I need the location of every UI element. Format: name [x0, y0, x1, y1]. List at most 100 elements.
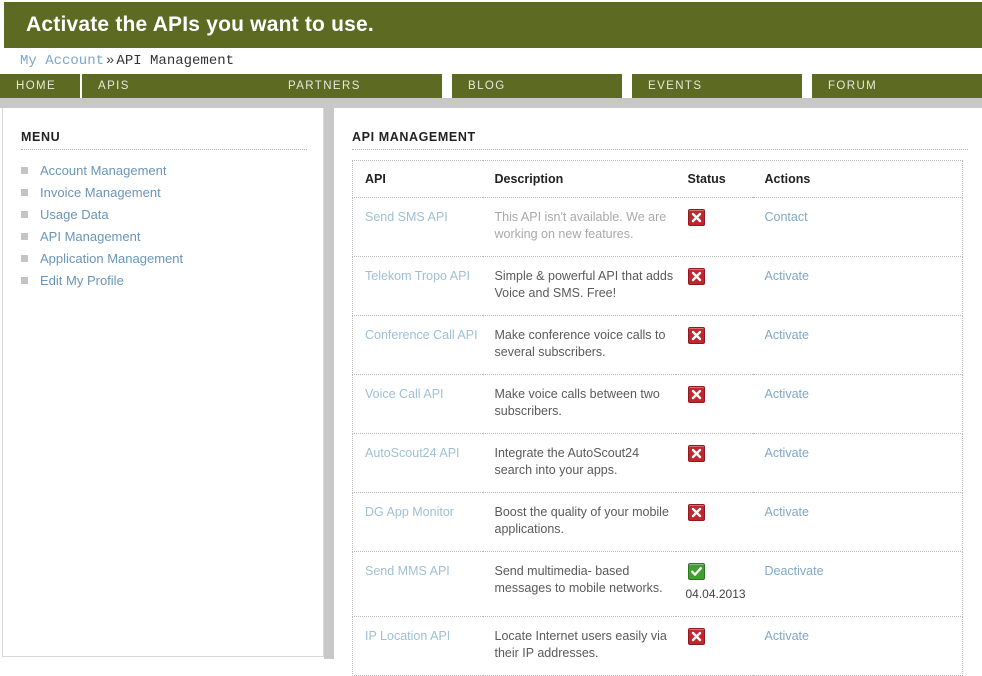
- cell-api-name: Telekom Tropo API: [352, 256, 483, 316]
- sidebar: MENU Account Management Invoice Managemen…: [2, 108, 324, 657]
- cell-description: Make voice calls between two subscribers…: [482, 374, 676, 434]
- description-text: This API isn't available. We are working…: [494, 210, 667, 241]
- square-bullet-icon: [21, 188, 28, 196]
- api-name-link[interactable]: Telekom Tropo API: [365, 269, 470, 283]
- breadcrumb-separator: »: [106, 53, 115, 69]
- cell-status: [675, 256, 753, 316]
- cell-actions: Activate: [752, 315, 963, 375]
- cell-status: [675, 492, 753, 552]
- action-link-deactivate[interactable]: Deactivate: [765, 564, 824, 578]
- navigation-underline: [0, 98, 982, 108]
- cell-description: Send multimedia- based messages to mobil…: [482, 551, 676, 617]
- api-name-link[interactable]: Send MMS API: [365, 564, 450, 578]
- table-row: Voice Call API Make voice calls between t…: [352, 374, 963, 434]
- red-x-icon: [687, 445, 705, 462]
- sidebar-item-application-management[interactable]: Application Management: [21, 248, 311, 270]
- cell-actions: Activate: [752, 616, 963, 676]
- cell-actions: Activate: [752, 256, 963, 316]
- cell-api-name: Voice Call API: [352, 374, 483, 434]
- breadcrumb-link-my-account[interactable]: My Account: [20, 53, 104, 69]
- table-row: Telekom Tropo API Simple & powerful API t…: [352, 256, 963, 316]
- action-link-activate[interactable]: Activate: [765, 387, 809, 401]
- main-navigation: HOME APIS PARTNERS BLOG EVENTS FORUM: [0, 74, 982, 98]
- cell-api-name: AutoScout24 API: [352, 433, 483, 493]
- sidebar-item-label[interactable]: Account Management: [40, 163, 166, 178]
- action-link-activate[interactable]: Activate: [765, 328, 809, 342]
- cell-actions: Activate: [752, 374, 963, 434]
- action-link-activate[interactable]: Activate: [765, 505, 809, 519]
- red-x-icon: [687, 504, 705, 521]
- cell-description: Make conference voice calls to several s…: [482, 315, 676, 375]
- column-header-description: Description: [482, 160, 676, 198]
- main-title: API MANAGEMENT: [352, 130, 476, 144]
- sidebar-item-api-management[interactable]: API Management: [21, 226, 311, 248]
- sidebar-item-label[interactable]: Edit My Profile: [40, 273, 124, 288]
- red-x-icon: [687, 628, 705, 645]
- panel-divider: [324, 108, 334, 659]
- sidebar-item-edit-my-profile[interactable]: Edit My Profile: [21, 270, 311, 292]
- cell-actions: Activate: [752, 492, 963, 552]
- api-name-link[interactable]: Send SMS API: [365, 210, 448, 224]
- description-text: Simple & powerful API that adds Voice an…: [494, 269, 674, 300]
- cell-description: Integrate the AutoScout24 search into yo…: [482, 433, 676, 493]
- table-row: Conference Call API Make conference voice…: [352, 315, 963, 375]
- column-header-actions: Actions: [752, 160, 963, 198]
- nav-tab-partners[interactable]: PARTNERS: [272, 74, 442, 98]
- sidebar-menu: Account Management Invoice Management Usag…: [21, 160, 311, 292]
- cell-api-name: Send MMS API: [352, 551, 483, 617]
- sidebar-item-label[interactable]: Usage Data: [40, 207, 109, 222]
- sidebar-item-label[interactable]: Application Management: [40, 251, 183, 266]
- square-bullet-icon: [21, 232, 28, 240]
- sidebar-item-usage-data[interactable]: Usage Data: [21, 204, 311, 226]
- action-link-activate[interactable]: Activate: [765, 629, 809, 643]
- action-link-contact[interactable]: Contact: [765, 210, 808, 224]
- sidebar-item-label[interactable]: API Management: [40, 229, 140, 244]
- cell-status: [675, 315, 753, 375]
- nav-tab-home[interactable]: HOME: [0, 74, 80, 98]
- table-row: IP Location API Locate Internet users eas…: [352, 616, 963, 676]
- cell-api-name: DG App Monitor: [352, 492, 483, 552]
- red-x-icon: [687, 327, 705, 344]
- nav-tab-forum[interactable]: FORUM: [812, 74, 982, 98]
- description-text: Boost the quality of your mobile applica…: [494, 505, 669, 536]
- nav-tab-apis[interactable]: APIS: [82, 74, 272, 98]
- nav-tab-blog[interactable]: BLOG: [452, 74, 622, 98]
- cell-api-name: Conference Call API: [352, 315, 483, 375]
- cell-status: [675, 433, 753, 493]
- description-text: Make conference voice calls to several s…: [494, 328, 666, 359]
- square-bullet-icon: [21, 210, 28, 218]
- table-body: Send SMS API This API isn't available. We…: [352, 197, 963, 676]
- cell-status: [675, 197, 753, 257]
- page-title: Activate the APIs you want to use.: [26, 13, 374, 36]
- cell-api-name: IP Location API: [352, 616, 483, 676]
- cell-status: 04.04.2013: [675, 551, 753, 617]
- table-header-row: API Description Status Actions: [352, 160, 963, 198]
- breadcrumb: My Account» API Management: [20, 52, 234, 70]
- sidebar-item-invoice-management[interactable]: Invoice Management: [21, 182, 311, 204]
- table-row: DG App Monitor Boost the quality of your …: [352, 492, 963, 552]
- main-title-rule: [352, 149, 968, 150]
- column-header-status: Status: [675, 160, 753, 198]
- red-x-icon: [687, 209, 705, 226]
- action-link-activate[interactable]: Activate: [765, 269, 809, 283]
- api-name-link[interactable]: Voice Call API: [365, 387, 444, 401]
- page-root: Activate the APIs you want to use. My Ac…: [0, 0, 982, 676]
- description-text: Integrate the AutoScout24 search into yo…: [494, 446, 640, 477]
- sidebar-item-account-management[interactable]: Account Management: [21, 160, 311, 182]
- action-link-activate[interactable]: Activate: [765, 446, 809, 460]
- square-bullet-icon: [21, 276, 28, 284]
- api-name-link[interactable]: DG App Monitor: [365, 505, 454, 519]
- api-name-link[interactable]: AutoScout24 API: [365, 446, 460, 460]
- sidebar-title-rule: [21, 149, 307, 150]
- description-text: Send multimedia- based messages to mobil…: [494, 564, 663, 595]
- square-bullet-icon: [21, 254, 28, 262]
- green-check-icon: [687, 563, 705, 580]
- sidebar-title: MENU: [21, 130, 61, 144]
- cell-description: Simple & powerful API that adds Voice an…: [482, 256, 676, 316]
- sidebar-item-label[interactable]: Invoice Management: [40, 185, 161, 200]
- nav-tab-events[interactable]: EVENTS: [632, 74, 802, 98]
- api-name-link[interactable]: Conference Call API: [365, 328, 478, 342]
- cell-description: Boost the quality of your mobile applica…: [482, 492, 676, 552]
- api-name-link[interactable]: IP Location API: [365, 629, 450, 643]
- cell-actions: Deactivate: [752, 551, 963, 617]
